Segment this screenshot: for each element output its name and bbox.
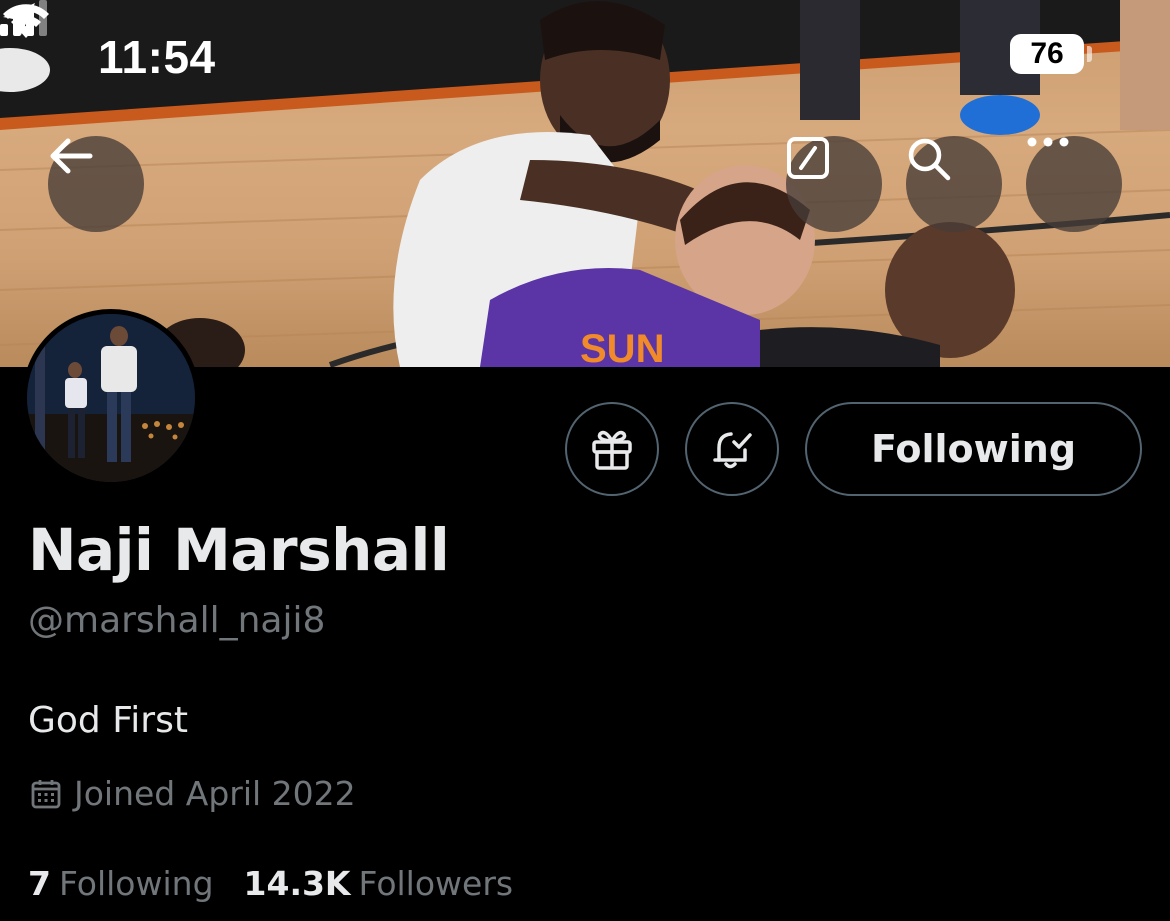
bio: God First	[28, 700, 188, 741]
followers-count: 14.3K	[243, 864, 351, 903]
search-button[interactable]	[906, 136, 1002, 232]
back-button[interactable]	[48, 136, 144, 232]
notifications-button[interactable]	[685, 402, 779, 496]
following-label: Following	[58, 864, 214, 903]
status-time: 11:54	[98, 31, 216, 83]
avatar[interactable]	[22, 309, 200, 487]
profile-page: SUN 11:54 76 Following Naji Marshall @ma…	[0, 0, 1170, 921]
svg-text:SUN: SUN	[580, 327, 664, 367]
user-handle: @marshall_naji8	[28, 600, 326, 641]
more-options-button[interactable]	[1026, 136, 1122, 232]
following-count: 7	[28, 864, 51, 903]
following-button[interactable]: Following	[805, 402, 1142, 496]
battery-indicator: 76	[1010, 34, 1084, 74]
bell-check-icon	[713, 432, 752, 469]
followers-label: Followers	[358, 864, 514, 903]
gift-button[interactable]	[565, 402, 659, 496]
joined-date: Joined April 2022	[74, 774, 356, 813]
more-icon	[1027, 137, 1069, 147]
following-stat[interactable]: 7 Following	[28, 864, 214, 903]
followers-stat[interactable]: 14.3K Followers	[244, 864, 514, 903]
avatar-image	[27, 314, 195, 482]
calendar-icon	[31, 779, 61, 808]
follow-stats: 7 Following 14.3K Followers	[28, 864, 513, 903]
search-icon	[908, 138, 951, 181]
wifi-icon	[3, 4, 49, 38]
joined-date-row: Joined April 2022	[30, 774, 356, 813]
edit-icon	[787, 137, 829, 179]
edit-button[interactable]	[786, 136, 882, 232]
back-arrow-icon	[50, 138, 93, 174]
battery-nub	[1087, 46, 1092, 62]
display-name: Naji Marshall	[28, 516, 450, 584]
profile-banner[interactable]: SUN 11:54 76	[0, 0, 1170, 367]
gift-icon	[592, 430, 632, 470]
